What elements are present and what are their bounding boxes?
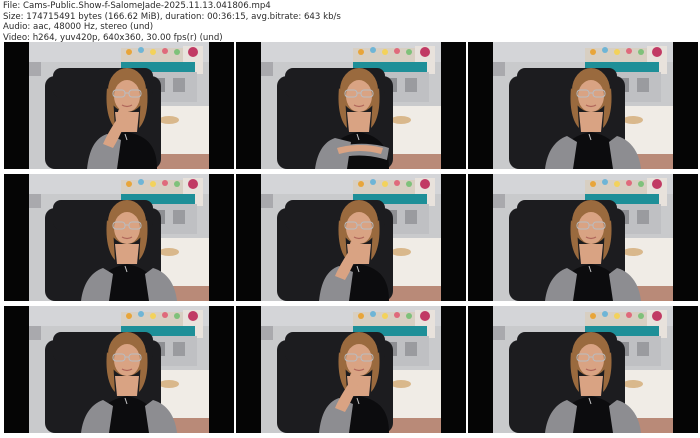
video-frame-scene (261, 174, 441, 301)
video-frame-scene (29, 174, 209, 301)
file-info-header: File: Cams-Public.Show-f-SalomeJade-2025… (3, 1, 693, 43)
video-thumbnail-4 (4, 174, 234, 301)
video-frame-scene (29, 42, 209, 169)
video-thumbnail-5 (236, 174, 466, 301)
video-thumbnail-7 (4, 306, 234, 433)
video-frame-scene (493, 174, 673, 301)
video-frame-scene (261, 42, 441, 169)
video-thumbnail-6 (468, 174, 698, 301)
video-frame-scene (493, 306, 673, 433)
video-thumbnail-1 (4, 42, 234, 169)
video-thumbnail-2 (236, 42, 466, 169)
video-thumbnail-9 (468, 306, 698, 433)
video-thumbnail-8 (236, 306, 466, 433)
video-frame-scene (261, 306, 441, 433)
audio-info-line: Audio: aac, 48000 Hz, stereo (und) (3, 22, 154, 33)
file-size-line: Size: 174715491 bytes (166.62 MiB), dura… (3, 11, 341, 22)
file-name-line: File: Cams-Public.Show-f-SalomeJade-2025… (3, 1, 271, 11)
video-frame-scene (493, 42, 673, 169)
video-frame-scene (29, 306, 209, 433)
video-thumbnail-3 (468, 42, 698, 169)
